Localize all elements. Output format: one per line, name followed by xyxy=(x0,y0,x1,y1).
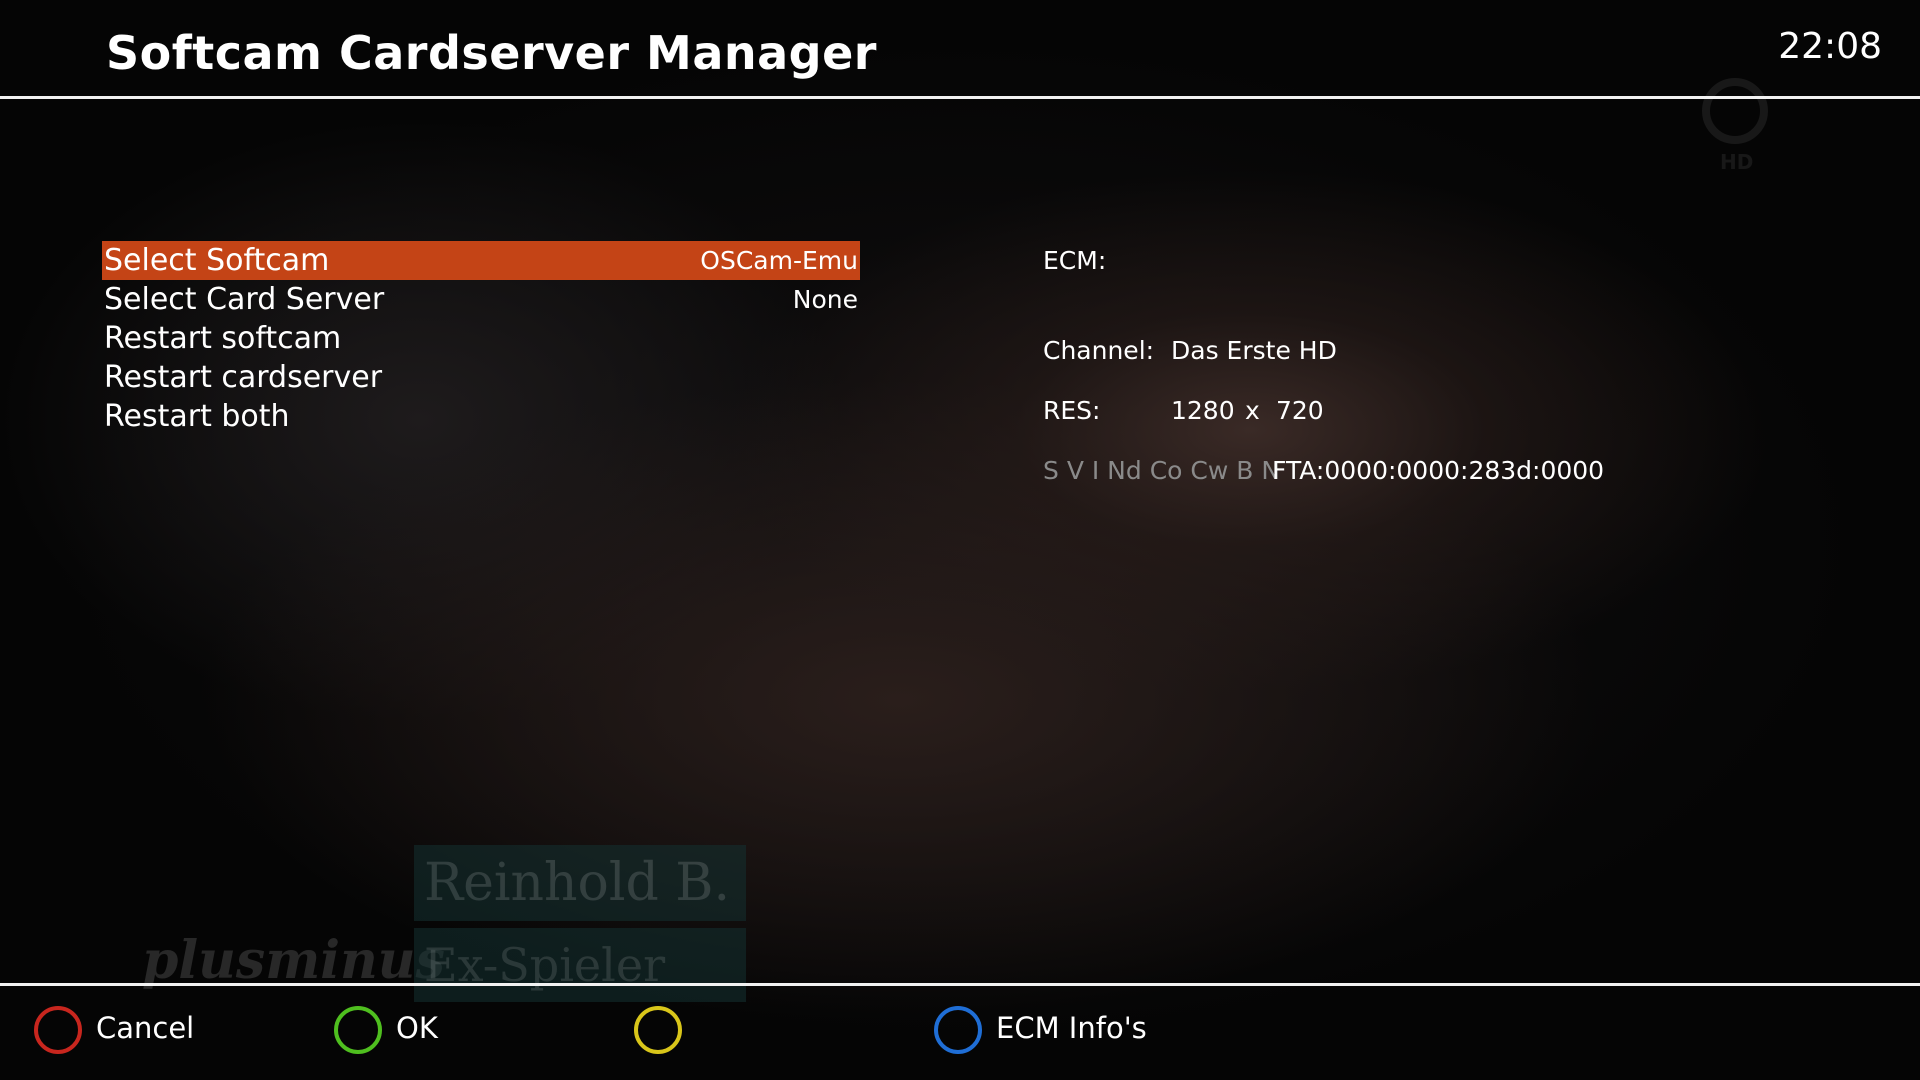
menu-item-restart-cardserver[interactable]: Restart cardserver xyxy=(102,358,860,397)
green-button-icon xyxy=(334,1006,382,1054)
channel-logo-hd-badge: HD xyxy=(1720,150,1754,174)
menu-item-label: Select Card Server xyxy=(104,282,385,317)
menu-item-value: None xyxy=(792,285,858,314)
menu-item-label: Select Softcam xyxy=(104,243,330,278)
clock: 22:08 xyxy=(1778,26,1882,67)
caid-value: FTA:0000:0000:283d:0000 xyxy=(1272,456,1605,485)
blue-button-icon xyxy=(934,1006,982,1054)
broadcast-name-caption: Reinhold B. xyxy=(414,845,746,921)
menu-item-select-card-server[interactable]: Select Card Server None xyxy=(102,280,860,319)
resolution-width: 1280 xyxy=(1171,396,1235,425)
blue-key-label: ECM Info's xyxy=(996,1011,1147,1045)
menu-item-restart-both[interactable]: Restart both xyxy=(102,397,860,436)
menu-item-value: OSCam-Emu xyxy=(700,246,858,275)
ecm-label: ECM: xyxy=(1043,246,1107,275)
resolution-label: RES: xyxy=(1043,396,1101,425)
yellow-button-icon xyxy=(634,1006,682,1054)
red-button-icon xyxy=(34,1006,82,1054)
broadcast-show-logo: plusminus xyxy=(142,930,445,991)
menu-item-select-softcam[interactable]: Select Softcam OSCam-Emu xyxy=(102,241,860,280)
resolution-height: 720 xyxy=(1276,396,1324,425)
channel-logo-icon xyxy=(1702,78,1768,144)
channel-value: Das Erste HD xyxy=(1171,336,1337,365)
channel-label: Channel: xyxy=(1043,336,1155,365)
footer-divider xyxy=(0,983,1920,986)
menu-list: Select Softcam OSCam-Emu Select Card Ser… xyxy=(102,241,860,436)
header-divider xyxy=(0,96,1920,99)
page-title: Softcam Cardserver Manager xyxy=(106,26,877,80)
tv-screen: plusminus Reinhold B. Ex-Spieler HD Soft… xyxy=(0,0,1920,1080)
menu-item-label: Restart softcam xyxy=(104,321,342,356)
green-key-label: OK xyxy=(396,1011,438,1045)
menu-item-restart-softcam[interactable]: Restart softcam xyxy=(102,319,860,358)
crypt-system-flags: S V I Nd Co Cw B N xyxy=(1043,456,1281,485)
broadcast-role-caption: Ex-Spieler xyxy=(414,928,746,1002)
resolution-separator: x xyxy=(1245,396,1260,425)
menu-item-label: Restart both xyxy=(104,399,290,434)
red-key-label: Cancel xyxy=(96,1011,195,1045)
menu-item-label: Restart cardserver xyxy=(104,360,383,395)
